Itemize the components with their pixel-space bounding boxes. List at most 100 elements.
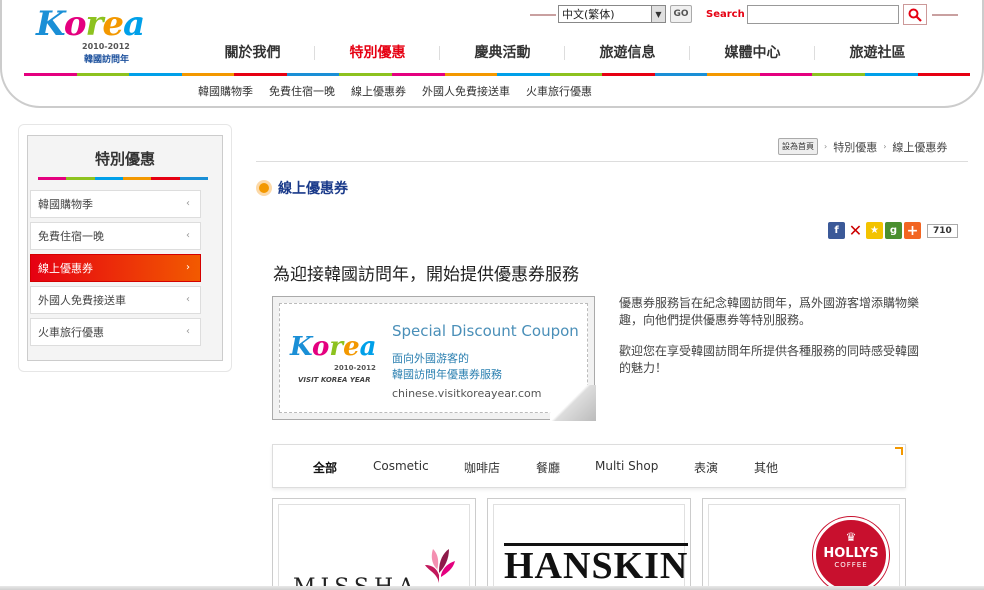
color-bar-segment (181, 73, 235, 76)
color-bar-segment (654, 73, 708, 76)
breadcrumb-item[interactable]: 線上優惠券 (892, 139, 947, 155)
coupon-logo-wordmark: Korea (290, 332, 377, 362)
color-bar-segment (24, 73, 77, 76)
description-paragraph: 歡迎您在享受韓國訪問年所提供各種服務的同時感受韓國的魅力！ (619, 344, 920, 375)
color-bar-segment (76, 73, 130, 76)
x-share-icon[interactable]: ✕ (847, 221, 864, 240)
coupon-korea-logo: Korea 2010-2012 VISIT KOREA YEAR (290, 332, 384, 392)
logo-year: 2010-2012 (82, 42, 130, 51)
tab-cosmetic[interactable]: Cosmetic (373, 459, 429, 473)
chevron-down-icon[interactable]: ▼ (651, 6, 665, 22)
coupon-subtitle: 面向外國游客的 (392, 352, 469, 365)
nav-item-travel-community[interactable]: 旅遊社區 (815, 40, 940, 68)
corner-decoration (895, 447, 903, 455)
search-button[interactable] (903, 4, 927, 25)
search-icon (908, 8, 922, 22)
korea-logo[interactable]: Korea 2010-2012 韓國訪問年 (28, 4, 145, 68)
page-title: 線上優惠券 (278, 181, 348, 197)
go-button[interactable]: GO (670, 5, 692, 23)
color-bar-segment (94, 177, 123, 180)
brand-card-hanskin[interactable]: HANSKIN (487, 498, 691, 590)
share-bar: f ✕ ★ g + 710 (828, 221, 958, 240)
window-edge (0, 586, 984, 590)
nav-item-media-center[interactable]: 媒體中心 (690, 40, 815, 68)
color-bar-segment (549, 73, 603, 76)
tab-multi-shop[interactable]: Multi Shop (595, 459, 658, 473)
language-selected-value: 中文(繁体) (562, 8, 615, 21)
sidebar-title: 特別優惠 (94, 150, 155, 168)
chevron-right-icon: › (883, 142, 887, 151)
tab-all[interactable]: 全部 (313, 459, 337, 476)
sidebar-item-free-shuttle[interactable]: 外國人免費接送車 ‹ (30, 286, 201, 314)
tab-others[interactable]: 其他 (754, 459, 778, 476)
category-tabs: 全部 Cosmetic 咖啡店 餐廳 Multi Shop 表演 其他 (272, 444, 906, 488)
nav-item-travel-info[interactable]: 旅遊信息 (565, 40, 690, 68)
plus-icon[interactable]: + (904, 222, 921, 239)
color-bar-segment (339, 73, 392, 76)
chevron-left-icon: ‹ (186, 230, 190, 241)
color-bar-segment (234, 73, 287, 76)
color-bar-segment (444, 73, 498, 76)
chevron-left-icon: ‹ (186, 294, 190, 305)
star-icon[interactable]: ★ (866, 222, 883, 239)
hollys-logo: ♛ HOLLYS COFFEE (813, 517, 889, 590)
coupon-logo-caption: VISIT KOREA YEAR (298, 376, 371, 384)
divider-line (932, 14, 958, 16)
search-label: Search (706, 9, 745, 20)
page-title-row: 線上優惠券 (256, 178, 348, 198)
coupon-heading: Special Discount Coupon (392, 322, 579, 340)
tab-cafe[interactable]: 咖啡店 (464, 459, 500, 476)
coupon-subtitle: 韓國訪問年優惠券服務 (392, 368, 502, 381)
headline: 為迎接韓國訪問年，開始提供優惠券服務 (273, 265, 579, 285)
sub-nav-free-stay[interactable]: 免費住宿一晚 (269, 83, 335, 99)
color-bar-segment (66, 177, 95, 180)
sidebar-item-free-stay[interactable]: 免費住宿一晚 ‹ (30, 222, 201, 250)
color-bar-segment (865, 73, 918, 76)
language-select[interactable]: 中文(繁体) ▼ (558, 5, 666, 23)
sub-nav-train-offers[interactable]: 火車旅行優惠 (526, 83, 592, 99)
search-input[interactable] (747, 5, 899, 24)
color-bar-segment (759, 73, 813, 76)
share-count: 710 (927, 223, 958, 238)
sub-nav: 韓國購物季 免費住宿一晚 線上優惠券 外國人免費接送車 火車旅行優惠 (198, 83, 608, 99)
tab-restaurant[interactable]: 餐廳 (536, 459, 560, 476)
sidebar-item-shopping-season[interactable]: 韓國購物季 ‹ (30, 190, 201, 218)
coupon-logo-year: 2010-2012 (334, 364, 376, 372)
bullet-icon (256, 180, 272, 196)
crown-icon: ♛ (845, 530, 857, 544)
nav-item-about[interactable]: 關於我們 (190, 40, 315, 68)
sub-nav-shopping-season[interactable]: 韓國購物季 (198, 83, 253, 99)
nav-item-special-offers[interactable]: 特別優惠 (315, 40, 440, 68)
brand-card-hollys[interactable]: ♛ HOLLYS COFFEE (702, 498, 906, 590)
sub-nav-free-shuttle[interactable]: 外國人免費接送車 (422, 83, 510, 99)
color-bar-segment (602, 73, 655, 76)
set-homepage-button[interactable]: 設為首頁 (778, 138, 818, 155)
brand-card-missha[interactable]: MISSHA (272, 498, 476, 590)
color-bar-segment (38, 177, 67, 180)
coupon-banner[interactable]: Korea 2010-2012 VISIT KOREA YEAR Special… (272, 296, 596, 421)
chevron-left-icon: ‹ (186, 198, 190, 209)
sidebar-color-bar (38, 177, 208, 180)
divider-line (530, 14, 556, 16)
sub-nav-online-coupon[interactable]: 線上優惠券 (351, 83, 406, 99)
header-color-bar (24, 73, 971, 76)
color-bar-segment (122, 177, 152, 180)
color-bar-segment (917, 73, 971, 76)
breadcrumb: 設為首頁 › 特別優惠 › 線上優惠券 (778, 138, 947, 155)
tab-performance[interactable]: 表演 (694, 459, 718, 476)
color-bar-segment (151, 177, 180, 180)
color-bar-segment (391, 73, 445, 76)
breadcrumb-item[interactable]: 特別優惠 (833, 139, 877, 155)
color-bar-segment (497, 73, 550, 76)
google-icon[interactable]: g (885, 222, 902, 239)
site-header: Korea 2010-2012 韓國訪問年 中文(繁体) ▼ GO Search… (0, 0, 984, 112)
hanskin-logo: HANSKIN (504, 543, 689, 589)
main-nav: 關於我們 特別優惠 慶典活動 旅遊信息 媒體中心 旅遊社區 (190, 40, 940, 68)
nav-item-festivals[interactable]: 慶典活動 (440, 40, 565, 68)
sidebar-item-train-offers[interactable]: 火車旅行優惠 ‹ (30, 318, 201, 346)
sidebar: 特別優惠 韓國購物季 ‹ 免費住宿一晚 ‹ 線上優惠券 › 外國人免費接送車 ‹… (18, 124, 232, 372)
color-bar-segment (129, 73, 182, 76)
sidebar-item-online-coupon[interactable]: 線上優惠券 › (30, 254, 201, 282)
flower-icon (425, 549, 455, 583)
facebook-icon[interactable]: f (828, 222, 845, 239)
